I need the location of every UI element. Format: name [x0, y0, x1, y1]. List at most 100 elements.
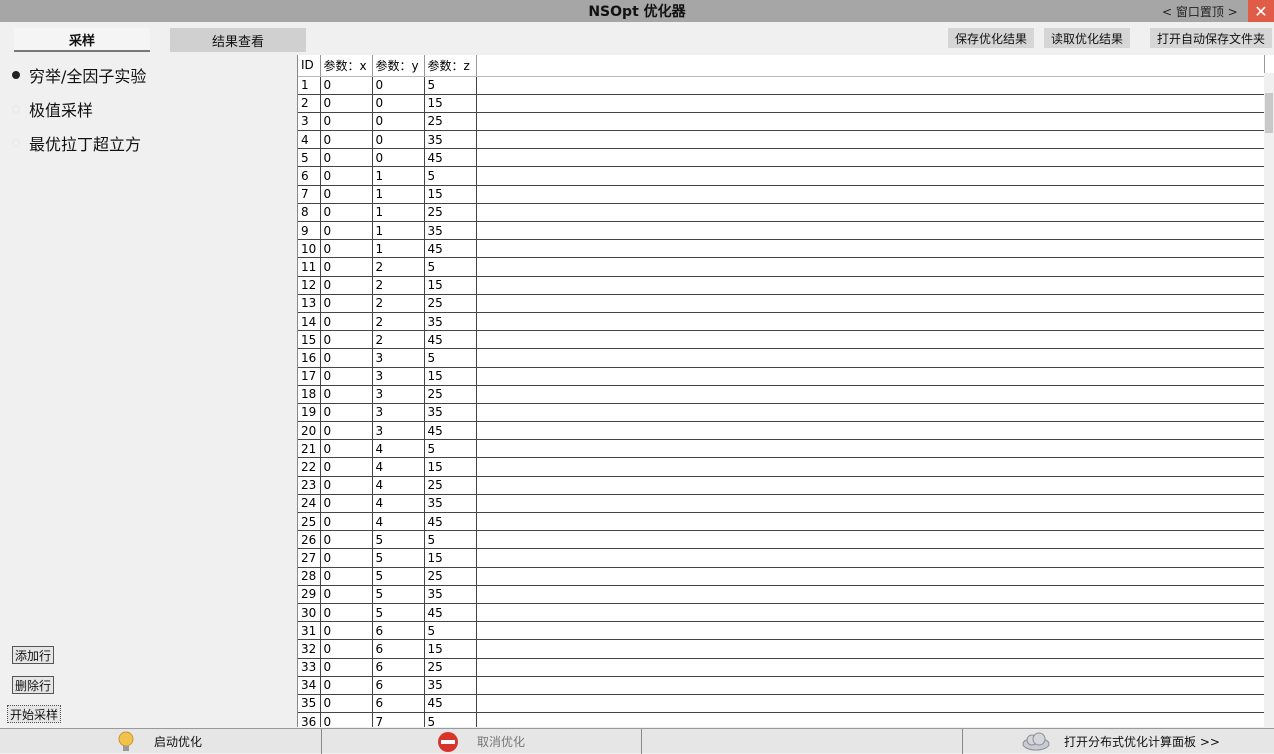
cell-y[interactable]: 2 [372, 312, 425, 332]
cell-id[interactable]: 29 [298, 585, 321, 604]
radio-extreme-sampling[interactable]: 极值采样 [12, 97, 93, 121]
cell-x[interactable]: 0 [320, 712, 373, 727]
cell-x[interactable]: 0 [320, 676, 373, 695]
cell-z[interactable]: 25 [424, 476, 477, 495]
cell-y[interactable]: 2 [372, 294, 425, 313]
cell-y[interactable]: 2 [372, 330, 425, 350]
cell-y[interactable]: 0 [372, 76, 425, 95]
cell-x[interactable]: 0 [320, 348, 373, 368]
table-row[interactable]: 4 0 0 35 [298, 130, 1265, 150]
cell-y[interactable]: 3 [372, 385, 425, 404]
cell-id[interactable]: 6 [298, 166, 321, 186]
cell-z[interactable]: 15 [424, 639, 477, 659]
cell-y[interactable]: 6 [372, 694, 425, 714]
table-row[interactable]: 16 0 3 5 [298, 348, 1265, 368]
cell-id[interactable]: 33 [298, 658, 321, 677]
table-row[interactable]: 3 0 0 25 [298, 112, 1265, 132]
open-autosave-folder-button[interactable]: 打开自动保存文件夹 [1150, 28, 1272, 48]
table-row[interactable]: 20 0 3 45 [298, 421, 1265, 441]
cell-id[interactable]: 26 [298, 530, 321, 550]
cell-y[interactable]: 3 [372, 403, 425, 423]
save-results-button[interactable]: 保存优化结果 [948, 28, 1034, 48]
table-row[interactable]: 22 0 4 15 [298, 457, 1265, 477]
table-row[interactable]: 28 0 5 25 [298, 567, 1265, 586]
table-row[interactable]: 29 0 5 35 [298, 585, 1265, 604]
start-sampling-button[interactable]: 开始采样 [7, 705, 62, 723]
table-row[interactable]: 17 0 3 15 [298, 367, 1265, 386]
cell-x[interactable]: 0 [320, 403, 373, 423]
cell-id[interactable]: 20 [298, 421, 321, 441]
close-button[interactable]: ✕ [1248, 0, 1274, 22]
cell-y[interactable]: 5 [372, 530, 425, 550]
table-row[interactable]: 36 0 7 5 [298, 712, 1265, 727]
cell-x[interactable]: 0 [320, 603, 373, 623]
cell-z[interactable]: 35 [424, 221, 477, 241]
cell-x[interactable]: 0 [320, 130, 373, 150]
cell-x[interactable]: 0 [320, 494, 373, 514]
cell-z[interactable]: 25 [424, 658, 477, 677]
cell-x[interactable]: 0 [320, 276, 373, 295]
cell-y[interactable]: 4 [372, 457, 425, 477]
cell-y[interactable]: 0 [372, 130, 425, 150]
cell-z[interactable]: 35 [424, 676, 477, 695]
cell-y[interactable]: 0 [372, 148, 425, 168]
tab-results[interactable]: 结果查看 [170, 28, 306, 52]
cell-id[interactable]: 30 [298, 603, 321, 623]
cell-x[interactable]: 0 [320, 530, 373, 550]
cell-y[interactable]: 3 [372, 421, 425, 441]
open-distributed-panel-button[interactable]: 打开分布式优化计算面板 >> [1020, 729, 1220, 754]
cell-z[interactable]: 45 [424, 512, 477, 532]
table-row[interactable]: 33 0 6 25 [298, 658, 1265, 677]
pin-window-button[interactable]: < 窗口置顶 > [1162, 3, 1238, 20]
cell-z[interactable]: 25 [424, 203, 477, 223]
cell-x[interactable]: 0 [320, 694, 373, 714]
delete-row-button[interactable]: 删除行 [12, 676, 55, 694]
table-row[interactable]: 27 0 5 15 [298, 548, 1265, 568]
cell-z[interactable]: 45 [424, 148, 477, 168]
cell-z[interactable]: 5 [424, 76, 477, 95]
table-row[interactable]: 21 0 4 5 [298, 439, 1265, 459]
scrollbar-thumb[interactable] [1265, 93, 1273, 133]
cell-y[interactable]: 1 [372, 185, 425, 204]
cell-z[interactable]: 5 [424, 621, 477, 641]
cell-y[interactable]: 5 [372, 585, 425, 604]
cancel-optimization-button[interactable]: 取消优化 [434, 729, 525, 754]
cell-z[interactable]: 5 [424, 439, 477, 459]
cell-id[interactable]: 12 [298, 276, 321, 295]
cell-x[interactable]: 0 [320, 330, 373, 350]
cell-x[interactable]: 0 [320, 367, 373, 386]
cell-z[interactable]: 15 [424, 548, 477, 568]
cell-y[interactable]: 3 [372, 348, 425, 368]
cell-z[interactable]: 35 [424, 312, 477, 332]
cell-z[interactable]: 15 [424, 94, 477, 113]
cell-x[interactable]: 0 [320, 257, 373, 277]
cell-z[interactable]: 25 [424, 112, 477, 132]
cell-x[interactable]: 0 [320, 476, 373, 495]
cell-y[interactable]: 1 [372, 239, 425, 259]
cell-z[interactable]: 45 [424, 603, 477, 623]
table-row[interactable]: 5 0 0 45 [298, 148, 1265, 168]
cell-id[interactable]: 10 [298, 239, 321, 259]
cell-z[interactable]: 15 [424, 185, 477, 204]
column-header-z[interactable]: 参数：z [424, 55, 477, 77]
cell-z[interactable]: 25 [424, 385, 477, 404]
cell-id[interactable]: 35 [298, 694, 321, 714]
table-row[interactable]: 14 0 2 35 [298, 312, 1265, 332]
cell-x[interactable]: 0 [320, 294, 373, 313]
cell-z[interactable]: 45 [424, 330, 477, 350]
cell-x[interactable]: 0 [320, 585, 373, 604]
cell-x[interactable]: 0 [320, 385, 373, 404]
table-row[interactable]: 35 0 6 45 [298, 694, 1265, 714]
cell-id[interactable]: 21 [298, 439, 321, 459]
cell-id[interactable]: 23 [298, 476, 321, 495]
cell-z[interactable]: 45 [424, 694, 477, 714]
cell-z[interactable]: 15 [424, 367, 477, 386]
cell-z[interactable]: 45 [424, 239, 477, 259]
cell-x[interactable]: 0 [320, 439, 373, 459]
cell-x[interactable]: 0 [320, 639, 373, 659]
cell-x[interactable]: 0 [320, 239, 373, 259]
table-row[interactable]: 18 0 3 25 [298, 385, 1265, 404]
cell-x[interactable]: 0 [320, 312, 373, 332]
cell-z[interactable]: 5 [424, 166, 477, 186]
cell-z[interactable]: 15 [424, 276, 477, 295]
